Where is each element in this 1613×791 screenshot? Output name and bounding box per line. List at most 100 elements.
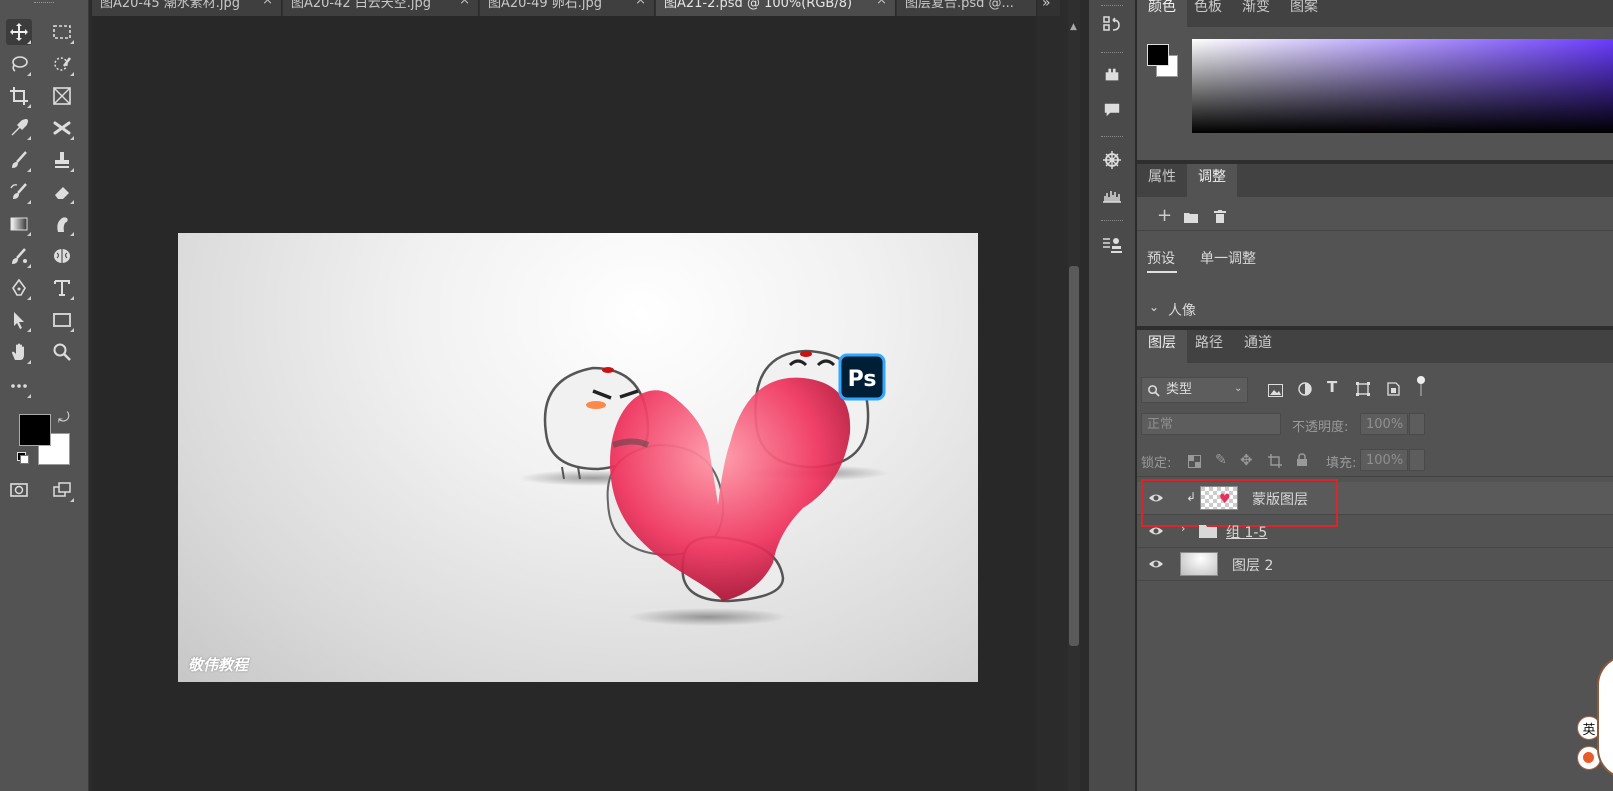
quick-selection-tool-icon[interactable] xyxy=(49,51,75,77)
gradient-tool-icon[interactable] xyxy=(6,211,32,237)
default-colors-icon[interactable] xyxy=(17,452,29,464)
strip-grip[interactable] xyxy=(1101,136,1123,139)
lock-all-icon[interactable] xyxy=(1296,452,1308,471)
trash-icon[interactable] xyxy=(1214,208,1226,227)
quick-mask-icon[interactable] xyxy=(6,477,32,503)
filter-pixel-layer-icon[interactable] xyxy=(1268,382,1283,401)
tab-document-2[interactable]: 图A20-42 白云天空.jpg × xyxy=(283,0,479,16)
opacity-input[interactable]: 100% xyxy=(1360,413,1408,435)
blend-mode-select[interactable]: 正常 xyxy=(1141,413,1281,435)
visibility-eye-icon[interactable] xyxy=(1148,524,1164,538)
document-canvas[interactable]: Ps 敬伟教程 xyxy=(178,233,978,682)
tab-patterns[interactable]: 图案 xyxy=(1279,0,1329,27)
type-tool-icon[interactable] xyxy=(49,275,75,301)
tab-document-3[interactable]: 图A20-49 卵石.jpg × xyxy=(480,0,655,16)
plugins-panel-icon[interactable] xyxy=(1098,62,1126,88)
filter-shape-layer-icon[interactable] xyxy=(1356,381,1370,400)
strip-grip[interactable] xyxy=(1101,220,1123,223)
lock-label: 锁定: xyxy=(1141,456,1172,471)
color-replacement-brush-icon[interactable] xyxy=(6,243,32,269)
layer-name[interactable]: 图层 2 xyxy=(1232,555,1273,575)
brain-plugin-icon[interactable] xyxy=(49,243,75,269)
subtab-single-adjustment[interactable]: 单一调整 xyxy=(1200,248,1256,268)
opacity-label: 不透明度: xyxy=(1292,420,1349,435)
tab-document-5[interactable]: 图层复合.psd @... xyxy=(897,0,1037,16)
scrollbar-thumb[interactable] xyxy=(1069,266,1079,646)
lock-artboard-icon[interactable] xyxy=(1268,453,1282,472)
navigator-panel-icon[interactable] xyxy=(1098,147,1126,173)
pen-tool-icon[interactable] xyxy=(6,275,32,301)
crop-tool-icon[interactable] xyxy=(6,83,32,109)
fill-slider-toggle[interactable] xyxy=(1409,449,1425,471)
layer-thumbnail[interactable] xyxy=(1180,552,1218,576)
tab-document-1[interactable]: 图A20-45 潮水素材.jpg × xyxy=(92,0,282,16)
brush-tool-icon[interactable] xyxy=(6,147,32,173)
lock-transparent-pixels-icon[interactable] xyxy=(1188,453,1201,472)
tab-color[interactable]: 颜色 xyxy=(1137,0,1187,27)
close-icon[interactable]: × xyxy=(262,0,273,7)
strip-grip[interactable] xyxy=(1101,5,1123,8)
strip-grip[interactable] xyxy=(1101,52,1123,55)
lock-position-icon[interactable]: ✥ xyxy=(1240,451,1253,469)
color-picker-field[interactable] xyxy=(1192,39,1613,133)
add-adjustment-icon[interactable]: + xyxy=(1157,205,1172,226)
eyedropper-tool-icon[interactable] xyxy=(6,115,32,141)
scroll-up-arrow-icon[interactable]: ▲ xyxy=(1070,22,1077,32)
layer-row-group[interactable]: › 组 1-5 xyxy=(1137,515,1613,548)
hand-tool-icon[interactable] xyxy=(6,339,32,365)
screen-mode-icon[interactable] xyxy=(49,477,75,503)
toolbar-grip[interactable] xyxy=(34,2,54,6)
tab-adjustments[interactable]: 调整 xyxy=(1187,164,1237,197)
lock-image-pixels-icon[interactable]: ✎ xyxy=(1215,452,1227,468)
chevron-down-icon[interactable]: ⌄ xyxy=(1234,383,1242,394)
portrait-section-label[interactable]: 人像 xyxy=(1168,300,1196,320)
comments-panel-icon[interactable] xyxy=(1098,97,1126,123)
chevron-down-icon[interactable]: ⌄ xyxy=(1149,300,1159,314)
swap-colors-icon[interactable]: ⤾ xyxy=(58,410,70,426)
healing-brush-tool-icon[interactable] xyxy=(49,115,75,141)
tab-paths[interactable]: 路径 xyxy=(1184,330,1234,363)
filter-adjustment-layer-icon[interactable] xyxy=(1298,381,1312,400)
move-tool-icon[interactable] xyxy=(6,19,32,45)
close-icon[interactable]: × xyxy=(876,0,887,7)
close-icon[interactable]: × xyxy=(459,0,470,7)
foreground-color-swatch[interactable] xyxy=(19,414,51,446)
tab-document-active[interactable]: 图A21-2.psd @ 100%(RGB/8) × xyxy=(656,0,896,16)
eraser-tool-icon[interactable] xyxy=(49,179,75,205)
tools-panel: ⤾ xyxy=(0,0,89,791)
zoom-tool-icon[interactable] xyxy=(49,339,75,365)
tab-channels[interactable]: 通道 xyxy=(1233,330,1283,363)
close-icon[interactable]: × xyxy=(635,0,646,7)
rectangle-tool-icon[interactable] xyxy=(49,307,75,333)
history-panel-icon[interactable] xyxy=(1098,11,1126,37)
smudge-tool-icon[interactable] xyxy=(49,211,75,237)
tab-layers[interactable]: 图层 xyxy=(1137,330,1187,363)
filter-toggle-switch[interactable] xyxy=(1417,376,1425,398)
opacity-slider-toggle[interactable] xyxy=(1409,413,1425,435)
tab-properties[interactable]: 属性 xyxy=(1137,164,1187,197)
more-tools-icon[interactable] xyxy=(6,373,32,399)
canvas-vertical-scrollbar[interactable]: ▲ xyxy=(1068,0,1080,791)
subtab-presets[interactable]: 预设 xyxy=(1147,248,1175,268)
tab-gradients[interactable]: 渐变 xyxy=(1231,0,1281,27)
lasso-tool-icon[interactable] xyxy=(6,51,32,77)
history-brush-tool-icon[interactable] xyxy=(6,179,32,205)
layer-name[interactable]: 组 1-5 xyxy=(1226,522,1267,542)
chevron-right-icon[interactable]: › xyxy=(1181,522,1185,535)
filter-smart-object-icon[interactable] xyxy=(1387,381,1400,400)
tab-label: 图层复合.psd @... xyxy=(905,0,1014,11)
frame-tool-icon[interactable] xyxy=(49,83,75,109)
properties-stamp-panel-icon[interactable] xyxy=(1098,232,1126,258)
fill-input[interactable]: 100% xyxy=(1360,449,1408,471)
tab-swatches[interactable]: 色板 xyxy=(1183,0,1233,27)
folder-icon[interactable] xyxy=(1184,208,1198,227)
histogram-panel-icon[interactable] xyxy=(1098,182,1126,208)
tab-overflow-button[interactable]: » xyxy=(1042,0,1051,11)
color-panel-foreground-swatch[interactable] xyxy=(1147,44,1169,66)
visibility-eye-icon[interactable] xyxy=(1148,557,1164,571)
path-selection-tool-icon[interactable] xyxy=(6,307,32,333)
filter-type-layer-icon[interactable]: T xyxy=(1327,378,1337,396)
clone-stamp-tool-icon[interactable] xyxy=(49,147,75,173)
marquee-tool-icon[interactable] xyxy=(49,19,75,45)
layer-row-layer2[interactable]: 图层 2 xyxy=(1137,548,1613,581)
